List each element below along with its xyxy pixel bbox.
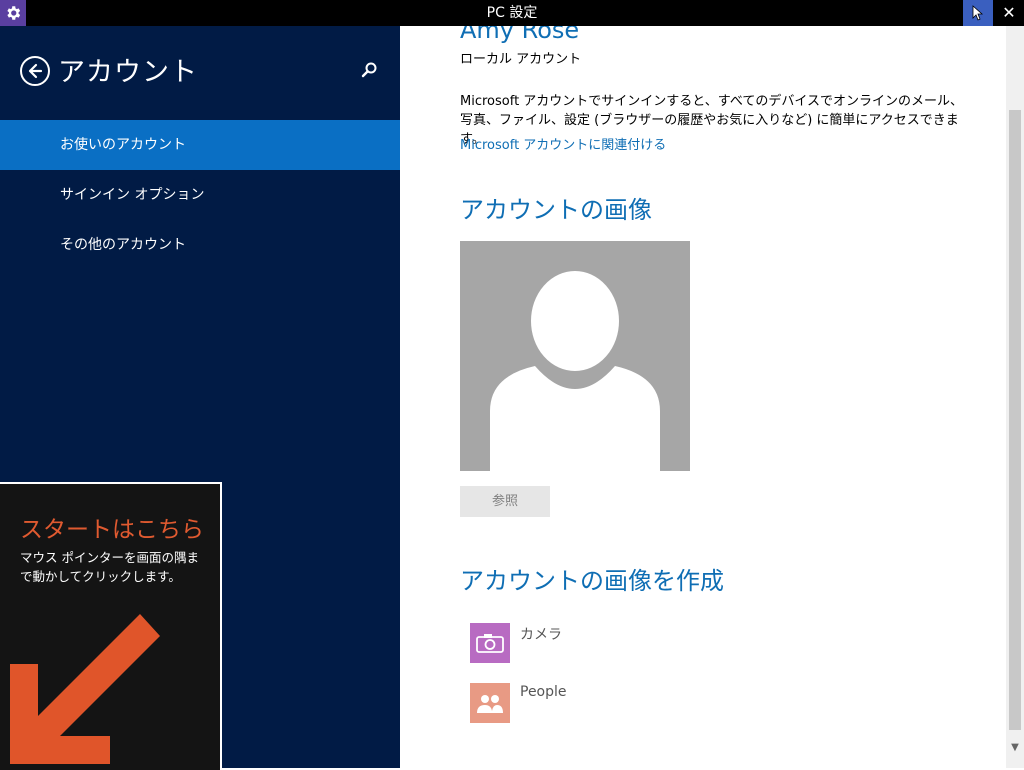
window-title: PC 設定 xyxy=(486,5,538,21)
title-bar: PC 設定 ✕ xyxy=(0,0,1024,26)
back-arrow-icon xyxy=(28,63,43,79)
close-button[interactable]: ✕ xyxy=(994,0,1024,26)
search-icon[interactable] xyxy=(360,60,380,80)
account-type: ローカル アカウント xyxy=(460,52,582,67)
back-button[interactable] xyxy=(20,56,50,86)
search-icon-glyph xyxy=(361,62,377,78)
people-icon[interactable] xyxy=(470,683,510,723)
camera-icon[interactable] xyxy=(470,623,510,663)
avatar xyxy=(460,241,690,471)
browse-button[interactable]: 参照 xyxy=(460,486,550,517)
user-name: Amy Rose xyxy=(460,26,580,44)
start-tip-body: マウス ポインターを画面の隅まで動かしてクリックします。 xyxy=(20,550,199,584)
sidebar-item-your-account[interactable]: お使いのアカウント xyxy=(0,120,400,170)
cursor-icon xyxy=(972,5,984,21)
people-app-label[interactable]: People xyxy=(520,684,567,700)
start-tip-title: スタートはこちら xyxy=(20,517,204,543)
arrow-down-left-icon xyxy=(10,614,160,764)
connect-microsoft-account-link[interactable]: Microsoft アカウントに関連付ける xyxy=(460,134,666,153)
create-picture-heading: アカウントの画像を作成 xyxy=(460,567,724,595)
scroll-down-icon[interactable]: ▼ xyxy=(1006,738,1024,758)
minimize-button[interactable] xyxy=(963,0,993,26)
people-icon-glyph xyxy=(477,695,503,713)
camera-app-label[interactable]: カメラ xyxy=(520,624,562,644)
sidebar-item-other-accounts[interactable]: その他のアカウント xyxy=(0,220,400,270)
vertical-scrollbar[interactable]: ▼ xyxy=(1006,26,1024,768)
start-tip-panel: スタートはこちら マウス ポインターを画面の隅まで動かしてクリックします。 xyxy=(0,482,222,770)
sidebar-item-sign-in-options[interactable]: サインイン オプション xyxy=(0,170,400,220)
scroll-thumb[interactable] xyxy=(1009,110,1021,730)
camera-icon-glyph xyxy=(476,634,504,653)
sidebar-title: アカウント xyxy=(58,57,198,88)
main-content: Amy Rose ローカル アカウント Microsoft アカウントでサインイ… xyxy=(400,26,1006,768)
user-silhouette-icon xyxy=(490,269,660,471)
account-picture-heading: アカウントの画像 xyxy=(460,196,652,224)
